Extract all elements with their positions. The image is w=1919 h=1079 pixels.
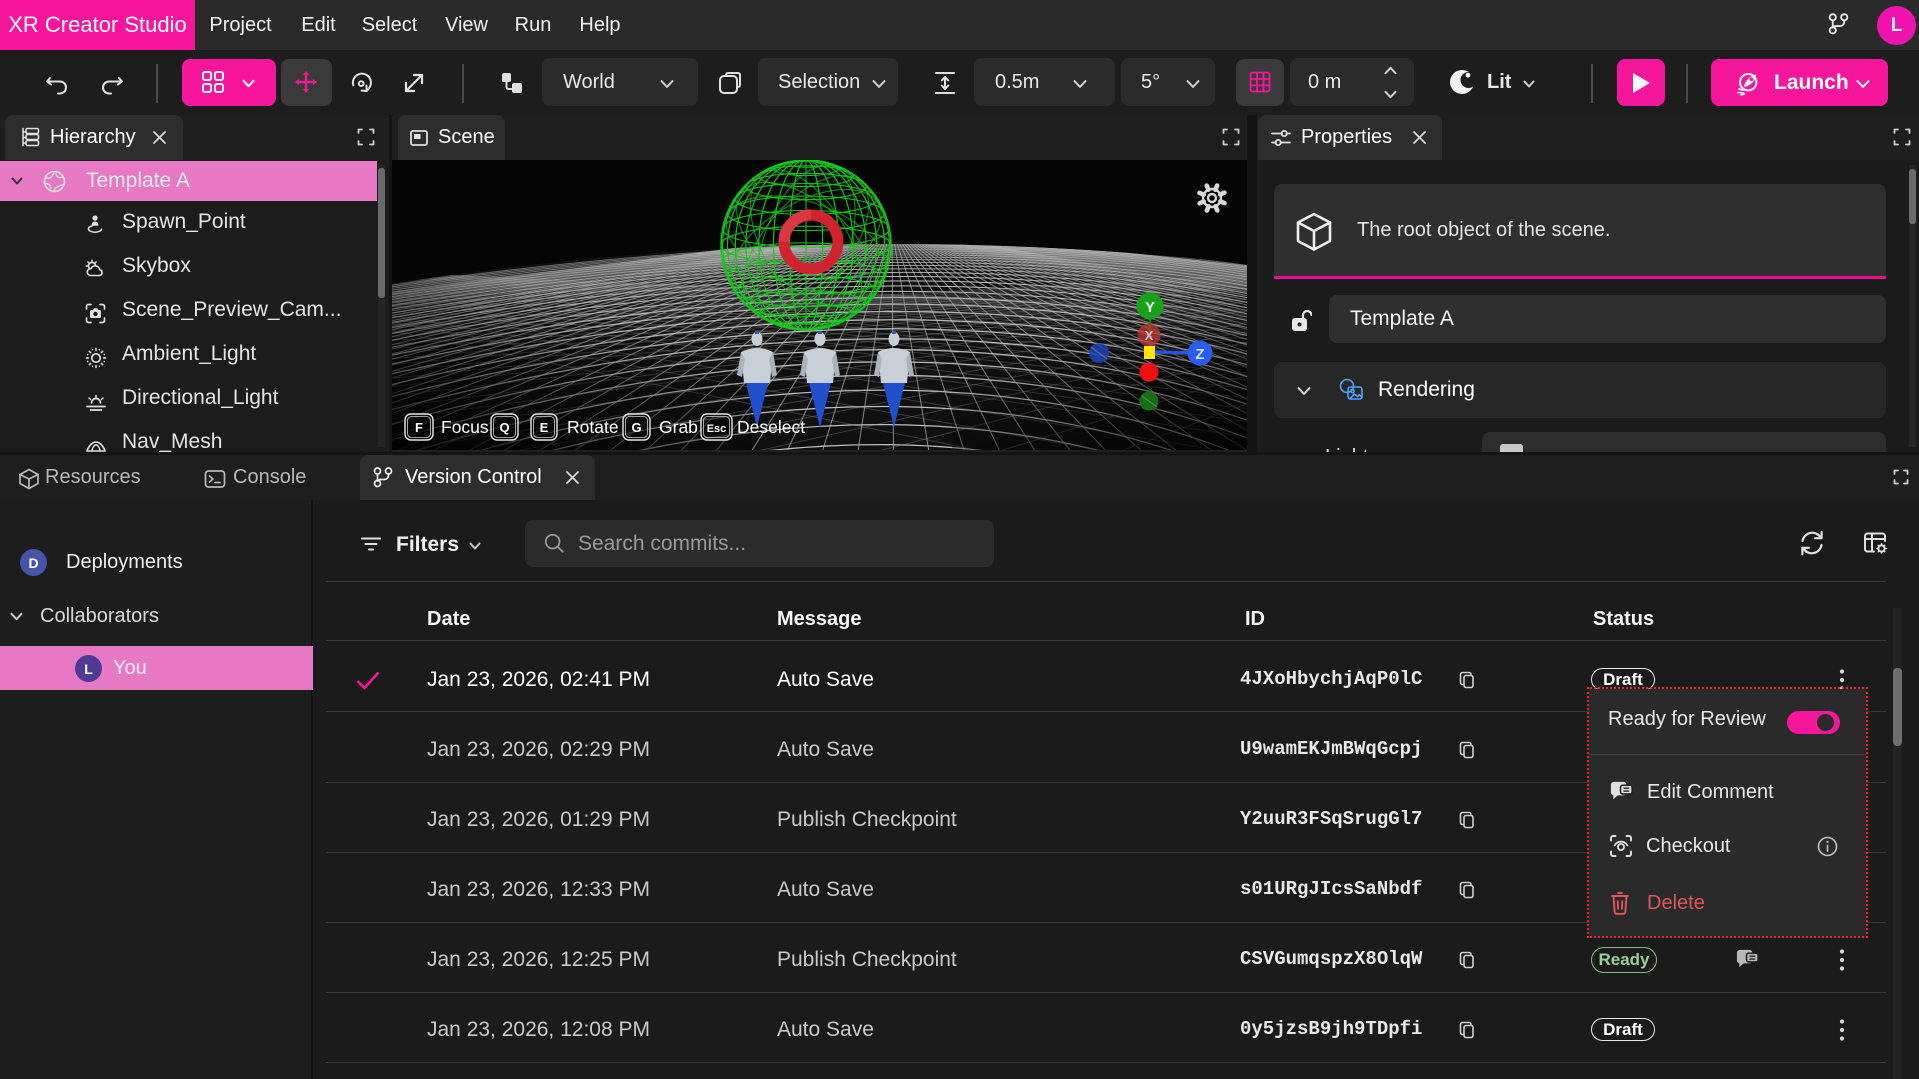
svg-text:E: E <box>540 420 549 435</box>
svg-text:Focus: Focus <box>441 417 489 437</box>
svg-text:G: G <box>631 420 641 435</box>
svg-text:Z: Z <box>1195 346 1204 363</box>
svg-text:F: F <box>415 420 423 435</box>
svg-text:Deselect: Deselect <box>737 417 805 437</box>
svg-text:Grab: Grab <box>659 417 698 437</box>
svg-text:Rotate: Rotate <box>567 417 619 437</box>
svg-text:Q: Q <box>499 420 509 435</box>
svg-text:X: X <box>1145 328 1154 343</box>
svg-text:Y: Y <box>1145 299 1155 316</box>
svg-text:Esc: Esc <box>707 423 727 435</box>
